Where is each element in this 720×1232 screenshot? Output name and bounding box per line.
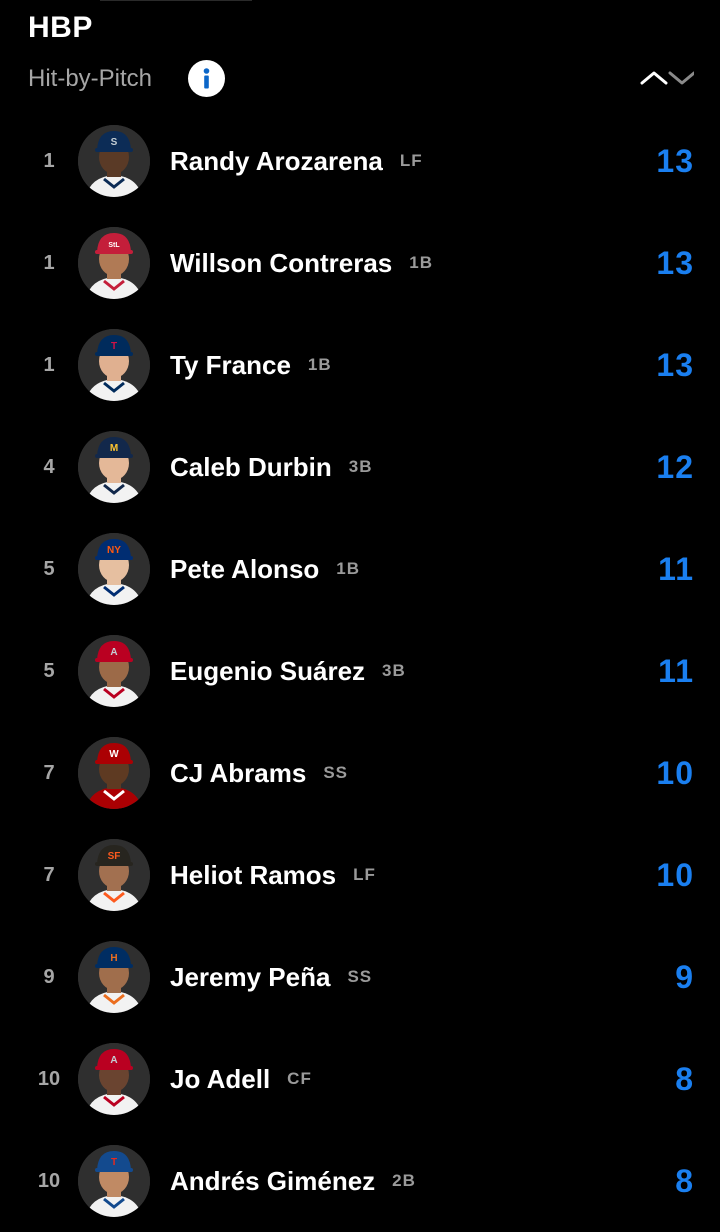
- team-logo-text: M: [110, 443, 118, 454]
- player-info: Jeremy Peña SS: [170, 926, 372, 1028]
- leader-row[interactable]: 1 T Ty France 1B 13: [0, 314, 720, 416]
- team-logo-text: SF: [108, 851, 121, 862]
- leader-row[interactable]: 5 NY Pete Alonso 1B 11: [0, 518, 720, 620]
- player-name[interactable]: Heliot Ramos: [170, 860, 336, 891]
- player-name[interactable]: Eugenio Suárez: [170, 656, 365, 687]
- team-logo-text: A: [110, 647, 117, 658]
- stat-value: 11: [658, 550, 694, 587]
- leader-row[interactable]: 1 StL Willson Contreras 1B 13: [0, 212, 720, 314]
- leaderboard-list: 1 S Randy Arozarena LF 13 1 StL Willson Contrer…: [0, 110, 720, 1232]
- stat-value: 13: [656, 346, 694, 383]
- player-name[interactable]: Andrés Giménez: [170, 1166, 375, 1197]
- player-name[interactable]: Jeremy Peña: [170, 962, 330, 993]
- player-headshot[interactable]: A: [78, 1043, 150, 1115]
- leader-row[interactable]: 10 A Jo Adell CF 8: [0, 1028, 720, 1130]
- leader-row[interactable]: 7 SF Heliot Ramos LF 10: [0, 824, 720, 926]
- leader-row[interactable]: 10 T Andrés Giménez 2B 8: [0, 1130, 720, 1232]
- team-logo-text: T: [111, 341, 117, 352]
- stat-value: 13: [656, 142, 694, 179]
- player-info: Caleb Durbin 3B: [170, 416, 373, 518]
- player-position: CF: [287, 1069, 312, 1088]
- player-position: 1B: [336, 559, 361, 578]
- player-name[interactable]: Willson Contreras: [170, 248, 392, 279]
- stat-value: 10: [656, 856, 694, 893]
- player-headshot[interactable]: T: [78, 329, 150, 401]
- player-info: Randy Arozarena LF: [170, 110, 423, 212]
- player-position: 2B: [392, 1171, 416, 1190]
- player-position: 1B: [409, 253, 433, 272]
- player-position: 3B: [382, 661, 406, 680]
- team-logo-text: W: [109, 749, 119, 760]
- team-logo-text: H: [110, 953, 117, 964]
- player-headshot[interactable]: M: [78, 431, 150, 503]
- stat-value: 8: [675, 1060, 694, 1097]
- player-headshot[interactable]: StL: [78, 227, 150, 299]
- player-position: LF: [399, 151, 423, 170]
- leader-row[interactable]: 7 W CJ Abrams SS 10: [0, 722, 720, 824]
- player-name[interactable]: Ty France: [170, 350, 291, 381]
- player-name[interactable]: Jo Adell: [170, 1064, 270, 1095]
- team-logo-text: T: [111, 1157, 117, 1168]
- leader-row[interactable]: 9 H Jeremy Peña SS 9: [0, 926, 720, 1028]
- player-headshot[interactable]: SF: [78, 839, 150, 911]
- stat-value: 13: [656, 244, 694, 281]
- player-headshot[interactable]: NY: [78, 533, 150, 605]
- player-headshot[interactable]: A: [78, 635, 150, 707]
- player-headshot[interactable]: S: [78, 125, 150, 197]
- stat-value: 10: [656, 754, 694, 791]
- leader-row[interactable]: 1 S Randy Arozarena LF 13: [0, 110, 720, 212]
- info-icon[interactable]: [188, 60, 225, 97]
- player-info: Pete Alonso 1B: [170, 518, 360, 620]
- player-info: CJ Abrams SS: [170, 722, 348, 824]
- player-info: Heliot Ramos LF: [170, 824, 376, 926]
- player-position: 1B: [307, 355, 332, 374]
- player-position: LF: [353, 865, 376, 884]
- leader-row[interactable]: 5 A Eugenio Suárez 3B 11: [0, 620, 720, 722]
- team-logo-text: A: [110, 1055, 117, 1066]
- player-headshot[interactable]: T: [78, 1145, 150, 1217]
- player-info: Ty France 1B: [170, 314, 332, 416]
- stat-value: 11: [658, 652, 694, 689]
- player-info: Willson Contreras 1B: [170, 212, 433, 314]
- player-name[interactable]: Pete Alonso: [170, 554, 319, 585]
- team-logo-text: NY: [107, 545, 121, 556]
- player-headshot[interactable]: H: [78, 941, 150, 1013]
- team-logo-text: StL: [108, 242, 120, 249]
- stat-header: HBP Hit-by-Pitch: [0, 0, 720, 110]
- team-logo-text: S: [111, 137, 118, 148]
- leader-row[interactable]: 4 M Caleb Durbin 3B 12: [0, 416, 720, 518]
- player-info: Eugenio Suárez 3B: [170, 620, 406, 722]
- player-position: SS: [323, 763, 348, 782]
- player-info: Andrés Giménez 2B: [170, 1130, 416, 1232]
- player-name[interactable]: CJ Abrams: [170, 758, 306, 789]
- player-position: SS: [347, 967, 373, 986]
- stat-title: HBP: [28, 11, 93, 44]
- stat-value: 8: [675, 1162, 694, 1199]
- player-position: 3B: [348, 457, 373, 476]
- player-info: Jo Adell CF: [170, 1028, 312, 1130]
- player-name[interactable]: Caleb Durbin: [170, 452, 332, 483]
- sort-toggle-icon[interactable]: [636, 60, 696, 96]
- stat-value: 12: [656, 448, 694, 485]
- player-name[interactable]: Randy Arozarena: [170, 146, 383, 177]
- stat-value: 9: [675, 958, 694, 995]
- stat-subtitle: Hit-by-Pitch: [28, 65, 153, 92]
- player-headshot[interactable]: W: [78, 737, 150, 809]
